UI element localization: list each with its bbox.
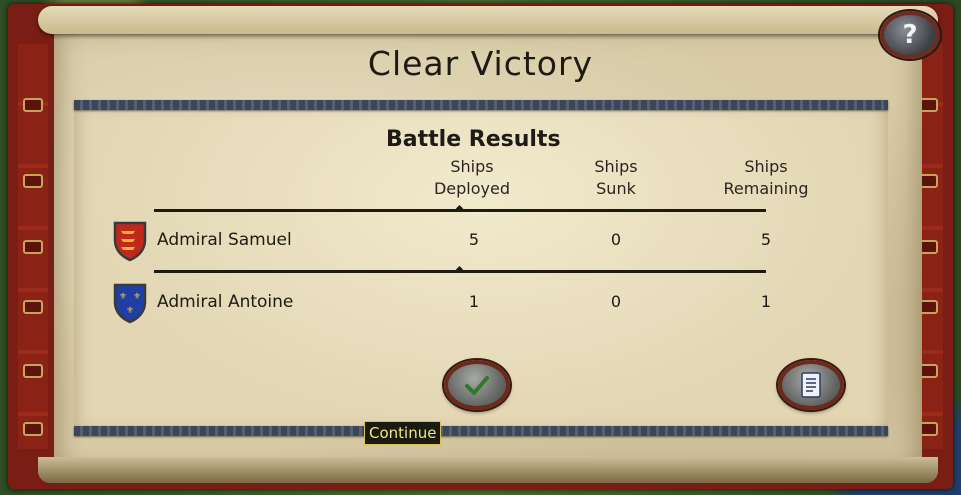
- svg-text:⚜: ⚜: [119, 292, 127, 302]
- svg-text:⚜: ⚜: [133, 292, 141, 302]
- ships-sunk-value: 0: [610, 230, 622, 249]
- continue-tooltip: Continue: [364, 421, 442, 445]
- panel-bottom-bar: [74, 426, 888, 436]
- column-header-line: Ships: [744, 157, 788, 176]
- bottom-torn-edge: [38, 457, 938, 483]
- continue-button[interactable]: [444, 360, 510, 410]
- question-mark-icon: ?: [902, 20, 918, 50]
- battle-report-button[interactable]: [778, 360, 844, 410]
- row-divider: [154, 265, 766, 274]
- left-border: [18, 44, 48, 449]
- column-header-sunk: Ships Sunk: [566, 156, 666, 200]
- border-ornament-icon: [23, 364, 43, 378]
- svg-text:⚜: ⚜: [126, 306, 134, 316]
- column-header-line: Deployed: [433, 179, 511, 198]
- column-header-line: Sunk: [596, 179, 636, 198]
- header-divider: [154, 204, 766, 213]
- ships-sunk-value: 0: [610, 292, 622, 311]
- panel-top-bar: [74, 100, 888, 110]
- english-lions-shield-icon: [113, 221, 147, 262]
- column-header-line: Remaining: [723, 179, 809, 198]
- column-header-remaining: Ships Remaining: [703, 156, 829, 200]
- border-ornament-icon: [23, 240, 43, 254]
- ships-deployed-value: 5: [468, 230, 480, 249]
- scroll-document-icon: [801, 372, 821, 398]
- ships-remaining-value: 1: [760, 292, 772, 311]
- top-scroll-roll: [38, 6, 938, 34]
- ships-deployed-value: 1: [468, 292, 480, 311]
- column-header-deployed: Ships Deployed: [412, 156, 532, 200]
- column-header-line: Ships: [450, 157, 494, 176]
- ships-remaining-value: 5: [760, 230, 772, 249]
- border-ornament-icon: [23, 98, 43, 112]
- border-ornament-icon: [23, 174, 43, 188]
- checkmark-icon: [465, 376, 489, 395]
- border-ornament-icon: [23, 422, 43, 436]
- admiral-name: Admiral Antoine: [157, 292, 294, 312]
- admiral-name: Admiral Samuel: [157, 230, 292, 250]
- column-header-line: Ships: [594, 157, 638, 176]
- dialog-title: Clear Victory: [367, 44, 594, 83]
- help-button[interactable]: ?: [880, 11, 940, 59]
- french-fleur-de-lis-shield-icon: ⚜ ⚜ ⚜: [113, 283, 147, 324]
- border-ornament-icon: [23, 300, 43, 314]
- battle-results-heading: Battle Results: [386, 127, 561, 152]
